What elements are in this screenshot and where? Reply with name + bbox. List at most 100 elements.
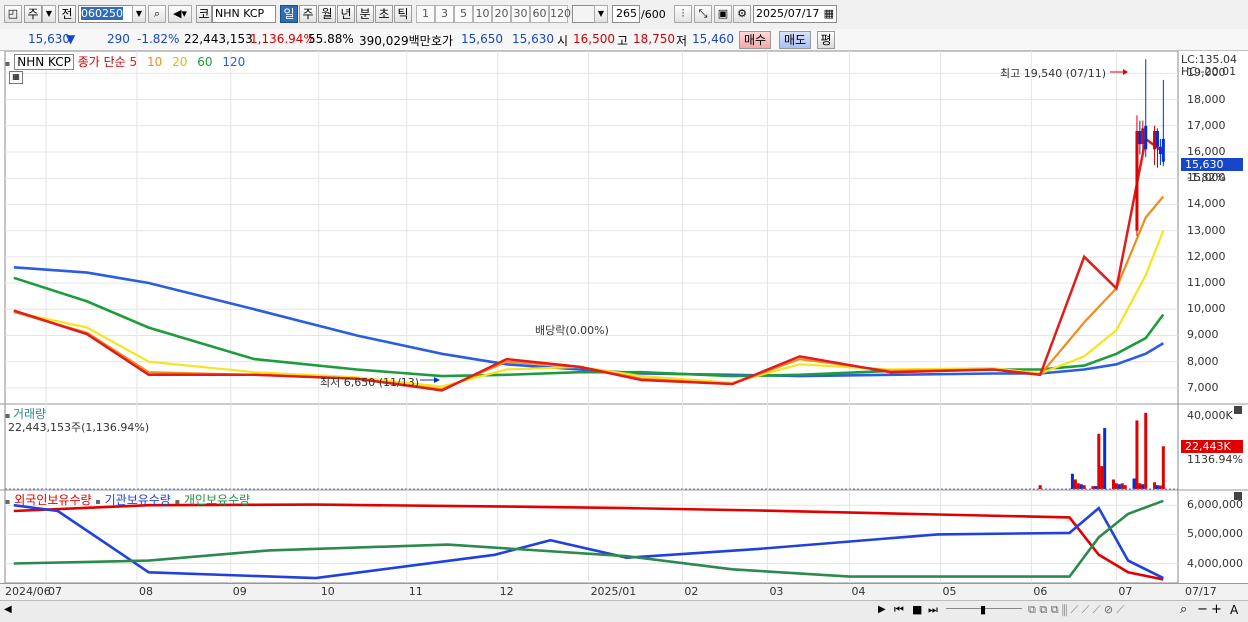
legend-individual: 개인보유수량 bbox=[183, 493, 251, 507]
legend-ma-label: 종가 단순 bbox=[77, 55, 126, 69]
sell-button[interactable]: 매도 bbox=[779, 31, 811, 49]
number-button-7[interactable]: 120 bbox=[549, 5, 571, 23]
volume-bar bbox=[1082, 485, 1086, 489]
price-change: 290 bbox=[107, 32, 130, 46]
buy-button[interactable]: 매수 bbox=[739, 31, 771, 49]
volume-bar bbox=[1103, 428, 1107, 489]
period-button-3[interactable]: 년 bbox=[337, 5, 355, 23]
number-button-2[interactable]: 5 bbox=[454, 5, 473, 23]
period-button-5[interactable]: 초 bbox=[375, 5, 393, 23]
x-axis-label: 07 bbox=[1118, 585, 1133, 598]
ask-price: 15,650 bbox=[461, 32, 503, 46]
count-total: /600 bbox=[641, 8, 666, 21]
volume-bar bbox=[1132, 478, 1136, 489]
x-axis-label: 07 bbox=[48, 585, 63, 598]
current-pct-tag: -1.82% bbox=[1187, 171, 1226, 184]
zoom-out-icon[interactable]: − bbox=[1197, 602, 1208, 617]
forward-icon[interactable]: ⏭ bbox=[928, 603, 938, 617]
down-arrow-icon: ▼ bbox=[66, 32, 76, 46]
stop-icon[interactable]: ■ bbox=[912, 603, 922, 616]
number-button-3[interactable]: 10 bbox=[473, 5, 492, 23]
candle-type-icon[interactable]: ⫶ bbox=[674, 5, 692, 23]
prev-button[interactable]: 전 bbox=[58, 5, 76, 23]
price-tick: 19,000 bbox=[1187, 66, 1226, 80]
price-tick: 10,000 bbox=[1187, 302, 1226, 316]
draw-tool-icon[interactable]: ⤡ bbox=[694, 5, 712, 23]
grid-toggle-icon[interactable]: ▦ bbox=[9, 71, 23, 84]
zoom-in-icon[interactable]: + bbox=[1211, 602, 1222, 617]
candle-body bbox=[1155, 131, 1159, 147]
stock-name-field[interactable]: NHN KCP bbox=[212, 5, 276, 23]
period-button-1[interactable]: 주 bbox=[299, 5, 317, 23]
number-button-6[interactable]: 60 bbox=[530, 5, 549, 23]
window-icon[interactable]: ◰ bbox=[4, 5, 22, 23]
price-tick: 9,000 bbox=[1187, 328, 1219, 342]
count-chevron-icon[interactable]: ▼ bbox=[594, 5, 608, 23]
volume-bar bbox=[1114, 483, 1118, 489]
number-button-4[interactable]: 20 bbox=[492, 5, 511, 23]
low-price: 15,460 bbox=[692, 32, 734, 46]
price-tick: 16,000 bbox=[1187, 144, 1226, 158]
avg-button[interactable]: 평 bbox=[817, 31, 835, 49]
holdings-tick: 6,000,000 bbox=[1187, 498, 1243, 512]
number-button-1[interactable]: 3 bbox=[435, 5, 454, 23]
count-input[interactable]: 265 bbox=[612, 5, 640, 23]
period-button-0[interactable]: 일 bbox=[280, 5, 298, 23]
high-label: 고 bbox=[617, 34, 629, 48]
volume-current-tag: 22,443K bbox=[1181, 440, 1243, 453]
volume-value: 22,443,153 bbox=[184, 32, 253, 46]
period-button-4[interactable]: 분 bbox=[356, 5, 374, 23]
trade-amount: 390,029백만 bbox=[359, 34, 431, 48]
x-axis-label: 04 bbox=[851, 585, 866, 598]
stock-chart[interactable] bbox=[0, 51, 1248, 621]
high-annotation: 최고 19,540 (07/11) bbox=[1000, 67, 1107, 80]
legend-ma20: 20 bbox=[172, 55, 188, 69]
number-button-5[interactable]: 30 bbox=[511, 5, 530, 23]
scroll-right-icon[interactable]: ▶ bbox=[878, 604, 886, 615]
week-button[interactable]: 주 bbox=[24, 5, 42, 23]
scroll-bar[interactable]: ◀ ▶ ⏮ ■ ⏭ ▮ ⧉ ⧉ ⧉ ⫼ ⟋ ⟋ ⟋ ⊘ ⟋ ⌕ − + A bbox=[0, 600, 1248, 622]
dividend-annotation: 배당락(0.00%) bbox=[535, 324, 609, 337]
volume-bar bbox=[1138, 483, 1142, 489]
zoom-icon[interactable]: ⌕ bbox=[1180, 602, 1187, 617]
candle-body bbox=[1161, 138, 1165, 162]
period-button-6[interactable]: 틱 bbox=[394, 5, 412, 23]
x-axis-label: 06 bbox=[1033, 585, 1048, 598]
rewind-icon[interactable]: ⏮ bbox=[894, 603, 904, 617]
scroll-left-icon[interactable]: ◀ bbox=[4, 604, 12, 615]
volume-ratio: 1,136.94% bbox=[250, 32, 315, 46]
price-tick: 7,000 bbox=[1187, 380, 1219, 394]
number-button-0[interactable]: 1 bbox=[416, 5, 435, 23]
volume-bar bbox=[1141, 484, 1145, 489]
font-size-icon[interactable]: A bbox=[1230, 603, 1238, 617]
stock-code-value: 060250 bbox=[81, 7, 123, 20]
close-volume-icon[interactable] bbox=[1234, 406, 1242, 414]
volume-bar bbox=[1155, 485, 1159, 489]
legend-stock-name[interactable]: NHN KCP bbox=[14, 54, 74, 70]
legend-institution: 기관보유수량 bbox=[104, 493, 171, 507]
code-dropdown-icon[interactable]: ▼ bbox=[132, 5, 146, 23]
x-axis-label: 08 bbox=[138, 585, 153, 598]
date-input[interactable]: 2025/07/17 ▦ bbox=[753, 5, 837, 23]
legend-ma10: 10 bbox=[146, 55, 163, 69]
holdings-bullet-icon: ▪ bbox=[5, 497, 11, 506]
x-axis-end-date: 07/17 bbox=[1185, 585, 1217, 598]
speaker-icon[interactable]: ◀▾ bbox=[168, 5, 192, 23]
x-axis-label: 11 bbox=[408, 585, 423, 598]
volume-bar bbox=[1100, 466, 1104, 489]
legend-foreign: 외국인보유수량 bbox=[14, 493, 92, 507]
price-tick: 18,000 bbox=[1187, 92, 1226, 106]
turnover: 55.88% bbox=[308, 32, 354, 46]
gear-icon[interactable]: ⚙ bbox=[733, 5, 751, 23]
search-icon[interactable]: ⌕ bbox=[148, 5, 166, 23]
calendar-icon[interactable]: ▦ bbox=[824, 6, 834, 22]
volume-bar bbox=[1144, 412, 1148, 489]
slider-handle-icon[interactable]: ▮ bbox=[980, 603, 986, 616]
low-annotation: 최저 6,650 (11/13) bbox=[320, 376, 420, 389]
save-icon[interactable]: ▣ bbox=[714, 5, 732, 23]
candle-body bbox=[1138, 131, 1142, 145]
chevron-down-icon[interactable]: ▼ bbox=[42, 5, 56, 23]
layout-icon[interactable]: ⧉ ⧉ ⧉ ⫼ ⟋ ⟋ ⟋ ⊘ ⟋ bbox=[1028, 603, 1124, 617]
ask-label: 호가 bbox=[431, 34, 454, 48]
period-button-2[interactable]: 월 bbox=[318, 5, 336, 23]
